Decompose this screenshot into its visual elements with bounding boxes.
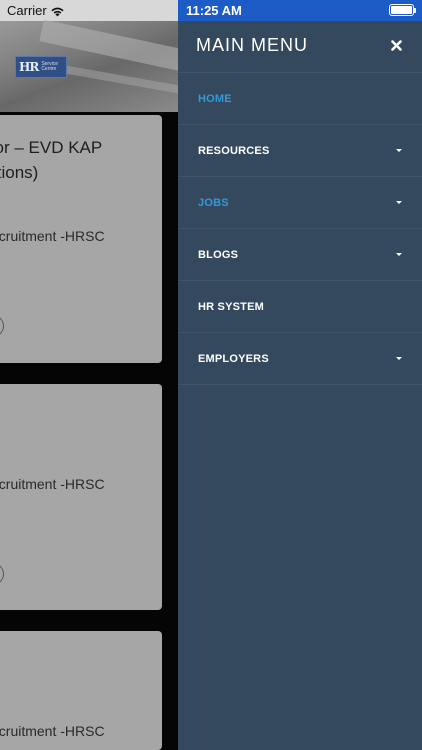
menu-item-label: JOBS	[198, 196, 229, 209]
menu-item-employers[interactable]: EMPLOYERS	[178, 333, 422, 385]
menu-item-label: HOME	[198, 92, 232, 105]
job-card-org: ecruitment -HRSC	[0, 723, 105, 739]
chevron-down-icon[interactable]	[396, 201, 402, 204]
menu-item-label: EMPLOYERS	[198, 352, 269, 365]
job-card-title: sor – EVD KAP itions)	[0, 138, 103, 182]
menu-list: HOME RESOURCES JOBS BLOGS HR SYSTEM EMPL…	[178, 73, 422, 385]
job-card[interactable]: ecruitment -HRSC	[0, 384, 162, 610]
chevron-down-icon[interactable]	[396, 357, 402, 360]
job-card-org: ecruitment -HRSC	[0, 228, 105, 244]
hrsc-logo: HR Service Centre	[15, 56, 67, 78]
job-card-org: ecruitment -HRSC	[0, 476, 105, 492]
wifi-icon	[50, 4, 65, 22]
menu-item-jobs[interactable]: JOBS	[178, 177, 422, 229]
chevron-down-icon[interactable]	[396, 149, 402, 152]
job-card[interactable]: ecruitment -HRSC	[0, 631, 162, 750]
chevron-down-icon[interactable]	[396, 253, 402, 256]
side-menu: 11:25 AM MAIN MENU HOME RESOURCES JOBS B…	[178, 0, 422, 750]
status-bar-left: Carrier	[0, 0, 178, 21]
menu-item-label: BLOGS	[198, 248, 239, 261]
menu-header: MAIN MENU	[178, 21, 422, 73]
menu-title: MAIN MENU	[196, 35, 308, 55]
menu-item-hr-system[interactable]: HR SYSTEM	[178, 281, 422, 333]
status-bar-right: 11:25 AM	[178, 0, 422, 21]
close-icon[interactable]	[386, 35, 406, 55]
background-page: Carrier HR Service Centre sor – EVD KAP …	[0, 0, 178, 750]
carrier-label: Carrier	[7, 3, 47, 18]
card-action-icon[interactable]	[0, 315, 4, 337]
menu-item-label: RESOURCES	[198, 144, 270, 157]
card-action-icon[interactable]	[0, 563, 4, 585]
status-time: 11:25 AM	[186, 3, 242, 18]
menu-item-home[interactable]: HOME	[178, 73, 422, 125]
menu-item-label: HR SYSTEM	[198, 300, 264, 313]
hero-banner: HR Service Centre	[0, 19, 178, 112]
menu-item-resources[interactable]: RESOURCES	[178, 125, 422, 177]
battery-icon	[389, 4, 416, 16]
menu-item-blogs[interactable]: BLOGS	[178, 229, 422, 281]
job-card[interactable]: sor – EVD KAP itions) ecruitment -HRSC	[0, 115, 162, 363]
